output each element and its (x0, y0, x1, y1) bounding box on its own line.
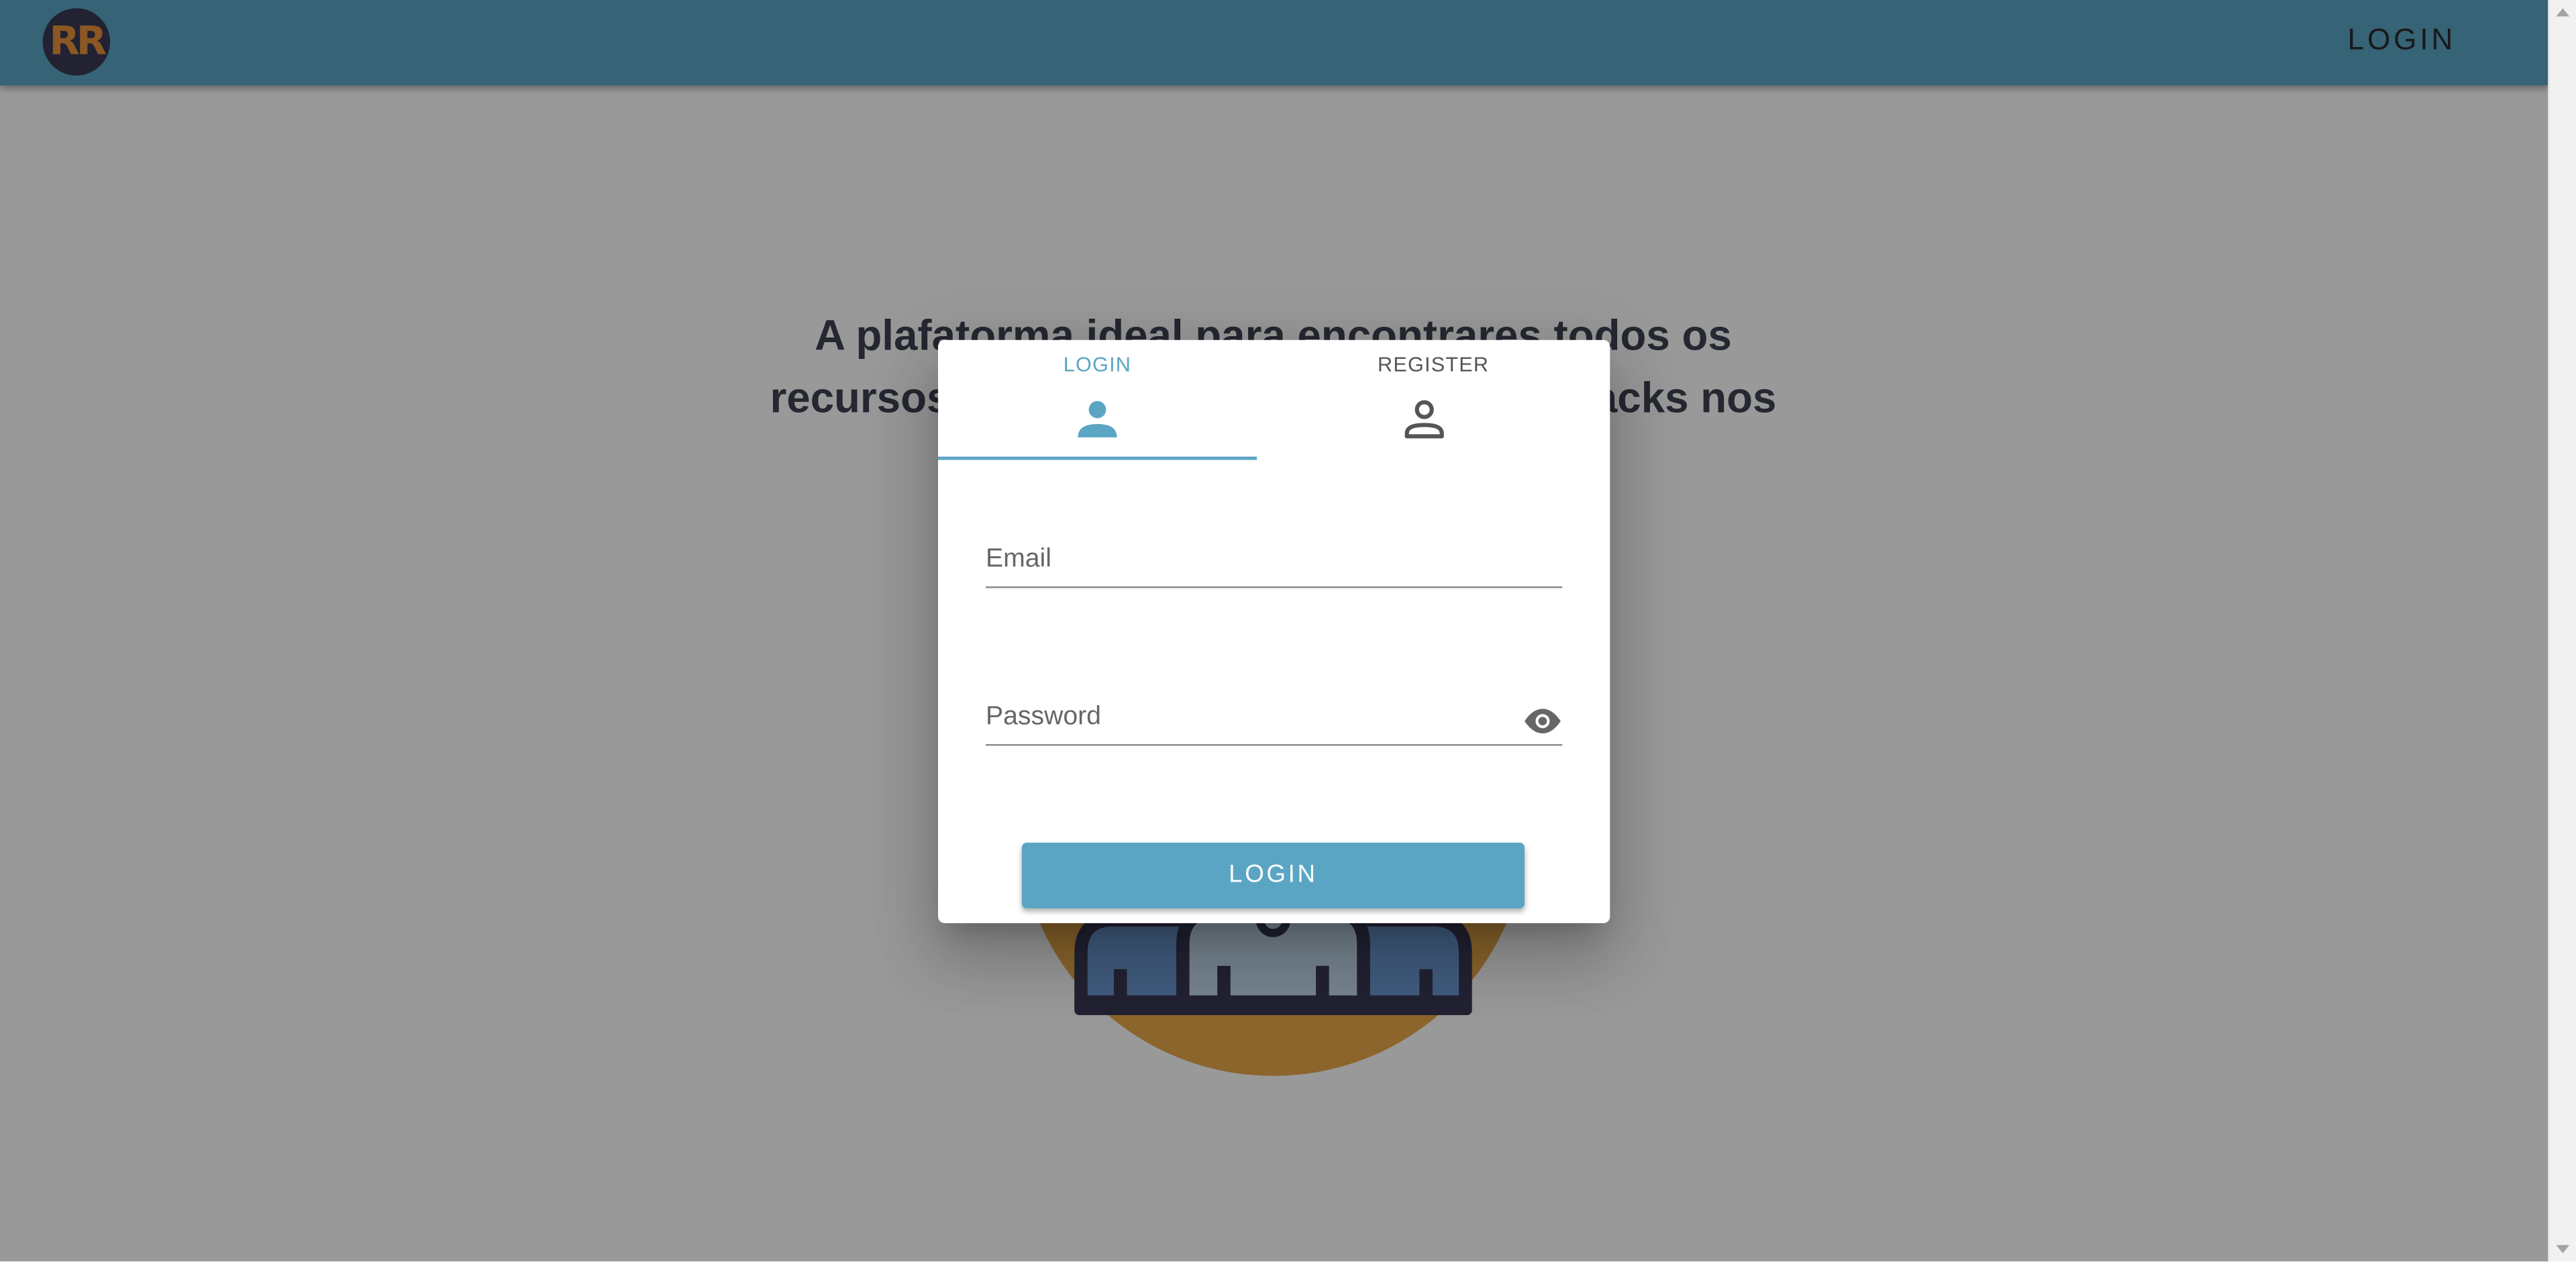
vertical-scrollbar[interactable] (2548, 0, 2576, 1262)
tab-register-label: REGISTER (1378, 353, 1490, 376)
login-dialog: LOGIN REGISTER Email Password LOGIN (937, 339, 1610, 923)
person-filled-icon (1078, 401, 1117, 437)
person-outline-icon (1404, 400, 1444, 439)
scroll-down-icon[interactable] (2556, 1245, 2570, 1254)
eye-icon[interactable] (1523, 701, 1563, 741)
tab-login-label: LOGIN (1063, 353, 1132, 376)
email-field[interactable]: Email (985, 534, 1563, 588)
password-field[interactable]: Password (985, 692, 1563, 746)
tab-login[interactable]: LOGIN (938, 340, 1257, 458)
tab-register[interactable]: REGISTER (1257, 340, 1610, 458)
active-tab-indicator (937, 456, 1257, 460)
login-submit-button[interactable]: LOGIN (1021, 842, 1525, 908)
page: RR LOGIN A plafatorma ideal para encontr… (0, 0, 2576, 1262)
password-label: Password (985, 702, 1101, 731)
scroll-up-icon[interactable] (2556, 8, 2570, 17)
email-label: Email (985, 545, 1051, 574)
